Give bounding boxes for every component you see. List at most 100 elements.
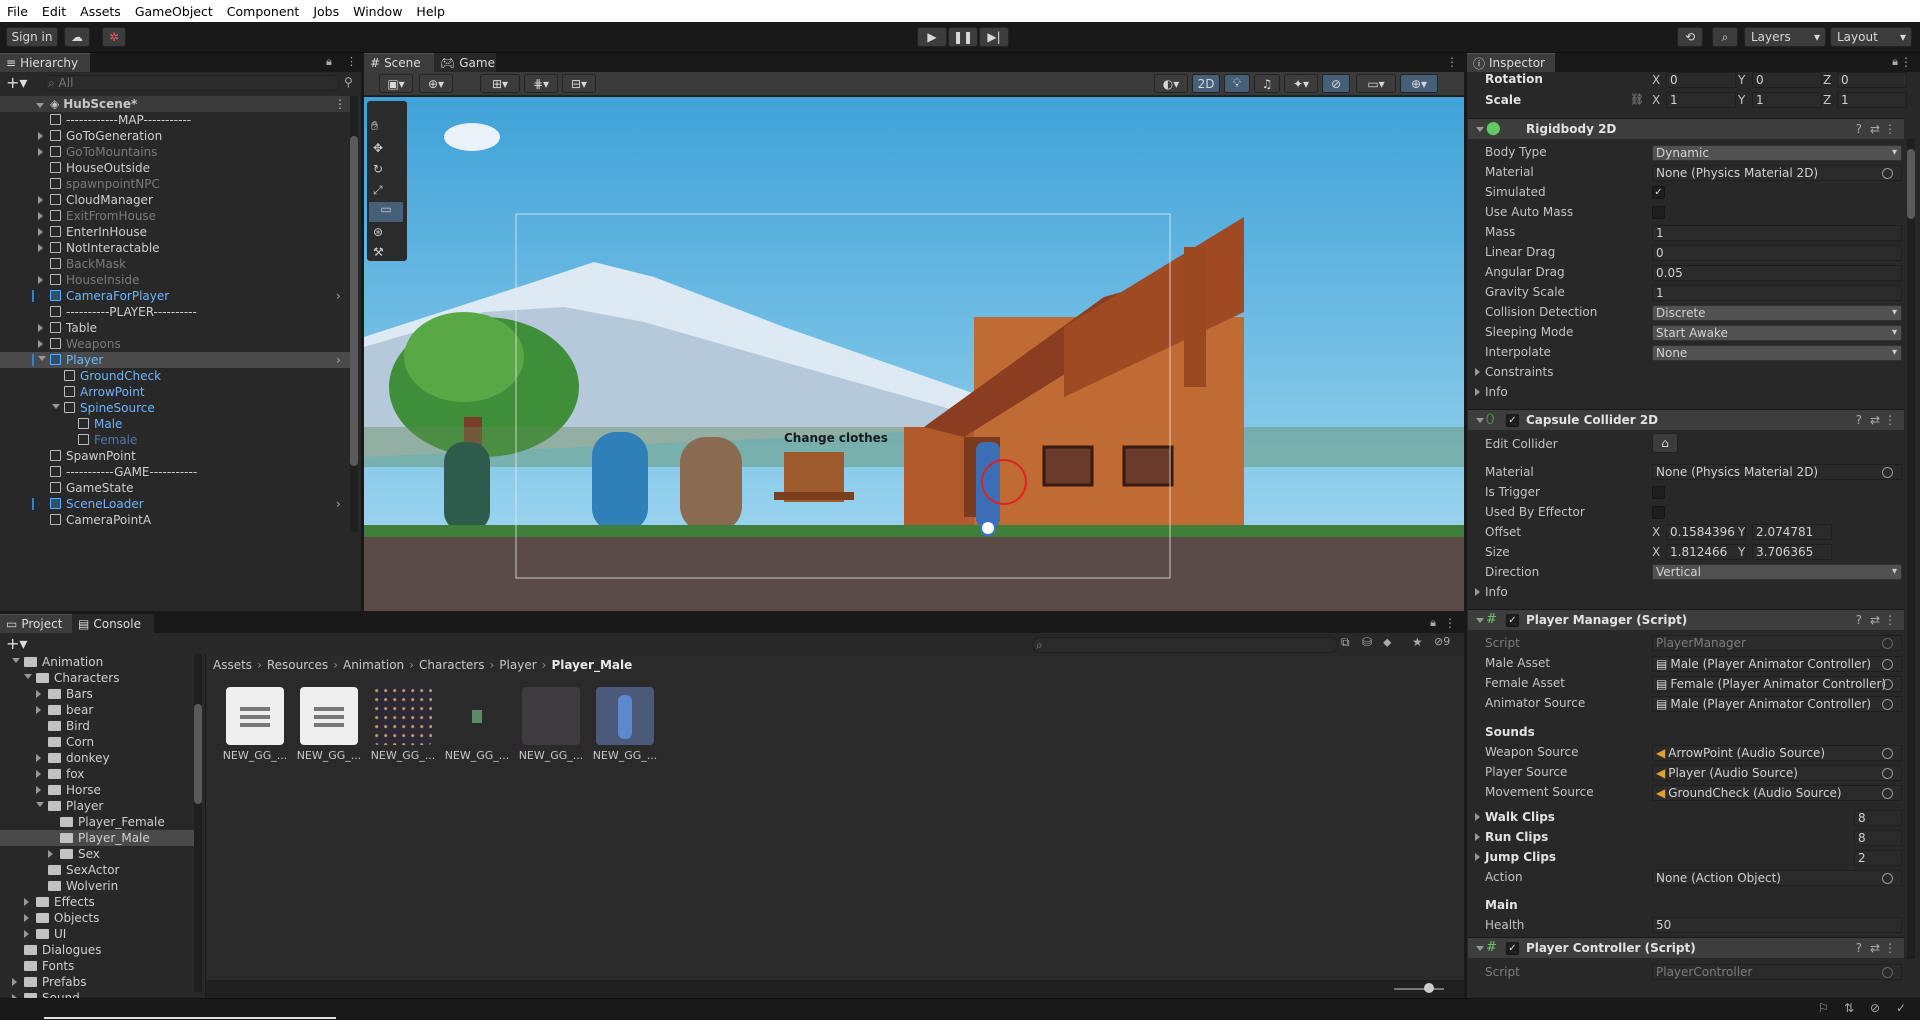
- hierarchy-row[interactable]: ----------PLAYER----------: [0, 304, 350, 320]
- clips-count[interactable]: 8: [1854, 830, 1902, 846]
- layout-dropdown[interactable]: Layout ▾: [1830, 27, 1912, 47]
- breadcrumb-item[interactable]: Animation: [343, 658, 404, 672]
- lock-icon[interactable]: 🔒︎: [326, 55, 332, 69]
- expand-arrow[interactable]: [38, 356, 46, 361]
- step-button[interactable]: ▶|: [979, 27, 1009, 47]
- rigidbody-checkbox[interactable]: [1652, 206, 1665, 219]
- project-folder-row[interactable]: Sound: [0, 990, 194, 998]
- breadcrumb-item[interactable]: Player: [499, 658, 536, 672]
- hierarchy-row[interactable]: -----------GAME-----------: [0, 464, 350, 480]
- expand-arrow[interactable]: [36, 786, 41, 794]
- expand-arrow[interactable]: [1475, 368, 1480, 376]
- more-icon[interactable]: ⋮: [1444, 616, 1456, 630]
- scale-tool-icon[interactable]: ⤢: [373, 183, 383, 198]
- hierarchy-row[interactable]: Male: [0, 416, 350, 432]
- asset-thumbnail[interactable]: [596, 687, 654, 745]
- expand-arrow[interactable]: [38, 196, 43, 204]
- project-folder-row[interactable]: Bird: [0, 718, 194, 734]
- project-folder-row[interactable]: Fonts: [0, 958, 194, 974]
- rigidbody-header[interactable]: ⬤ Rigidbody 2D? ⇄ ⋮: [1468, 118, 1904, 139]
- menu-jobs[interactable]: Jobs: [306, 4, 346, 19]
- search-options-icon[interactable]: ⚲: [344, 75, 353, 89]
- cache-icon[interactable]: ⊘: [1870, 1001, 1880, 1015]
- clips-count[interactable]: 2: [1854, 850, 1902, 866]
- player-controller-header[interactable]: # ✓ Player Controller (Script)? ⇄ ⋮: [1468, 937, 1904, 958]
- action-field[interactable]: None (Action Object): [1652, 870, 1902, 886]
- menu-window[interactable]: Window: [346, 4, 409, 19]
- asset-thumbnail[interactable]: [374, 687, 432, 745]
- collab-status-icon[interactable]: ⇅: [1844, 1001, 1854, 1015]
- project-folder-row[interactable]: Player_Female: [0, 814, 194, 830]
- size-x[interactable]: 1.812466: [1666, 544, 1746, 560]
- hierarchy-tab[interactable]: ≡ Hierarchy: [0, 53, 90, 72]
- scene-viewport[interactable]: Change clothes ✋︎ ✥ ↻ ⤢ ▭ ⊛ ⚒: [364, 97, 1464, 611]
- menu-gameobject[interactable]: GameObject: [128, 4, 220, 19]
- expand-arrow[interactable]: [36, 770, 41, 778]
- expand-arrow[interactable]: [24, 930, 29, 938]
- visibility-toggle[interactable]: ⊘: [1322, 74, 1350, 93]
- pause-button[interactable]: ❚❚: [948, 27, 978, 47]
- expand-arrow[interactable]: [38, 244, 43, 252]
- hierarchy-row[interactable]: SceneLoader ›: [0, 496, 350, 512]
- search-by-type-icon[interactable]: ⧉: [1341, 635, 1350, 650]
- expand-arrow[interactable]: [1475, 833, 1480, 841]
- capsule-collider-header[interactable]: ⬯ ✓ Capsule Collider 2D? ⇄ ⋮: [1468, 409, 1904, 430]
- project-folder-row[interactable]: Wolverin: [0, 878, 194, 894]
- project-folder-row[interactable]: Horse: [0, 782, 194, 798]
- object-picker-icon[interactable]: [1882, 467, 1893, 478]
- lock-icon[interactable]: 🔒︎: [1430, 616, 1436, 630]
- animator-controller-field[interactable]: ▤ Male (Player Animator Controller): [1652, 696, 1902, 712]
- sign-in-button[interactable]: Sign in: [6, 27, 58, 47]
- hierarchy-row[interactable]: GameState: [0, 480, 350, 496]
- project-tab[interactable]: ▭ Project: [0, 614, 72, 633]
- audio-source-field[interactable]: ◀ Player (Audio Source): [1652, 765, 1902, 781]
- hierarchy-row[interactable]: NotInteractable: [0, 240, 350, 256]
- rigidbody-field[interactable]: 1: [1652, 225, 1902, 241]
- material-field[interactable]: None (Physics Material 2D): [1652, 464, 1902, 480]
- hierarchy-row[interactable]: GroundCheck: [0, 368, 350, 384]
- expand-arrow[interactable]: [1476, 127, 1484, 132]
- object-picker-icon[interactable]: [1882, 768, 1893, 779]
- scale-x[interactable]: 1: [1666, 92, 1736, 108]
- audio-toggle[interactable]: ♫: [1254, 74, 1280, 93]
- camera-dropdown[interactable]: ▭▾: [1356, 74, 1396, 93]
- breadcrumb-item[interactable]: Player_Male: [551, 658, 632, 672]
- snap-increment-button[interactable]: ⋕▾: [524, 74, 558, 93]
- hierarchy-row[interactable]: CameraForPlayer ›: [0, 288, 350, 304]
- hierarchy-row[interactable]: BackMask: [0, 256, 350, 272]
- help-icon[interactable]: ?: [1856, 613, 1862, 627]
- expand-arrow[interactable]: [52, 404, 60, 409]
- object-picker-icon[interactable]: [1882, 699, 1893, 710]
- rigidbody-field[interactable]: Start Awake: [1652, 325, 1902, 341]
- inspector-scrollbar[interactable]: [1907, 139, 1915, 959]
- lock-icon[interactable]: 🔒︎: [1892, 55, 1898, 69]
- hand-tool-icon[interactable]: ✋︎: [371, 119, 378, 134]
- inspector-tab[interactable]: ⓘ Inspector: [1467, 53, 1555, 72]
- custom-tool-icon[interactable]: ⚒: [373, 245, 384, 259]
- rotation-z[interactable]: 0: [1837, 72, 1907, 88]
- asset-thumbnail[interactable]: [300, 687, 358, 745]
- grid-snap-button[interactable]: ⊞▾: [480, 74, 520, 93]
- collab-button[interactable]: ✲: [102, 27, 126, 47]
- mode-2d-toggle[interactable]: 2D: [1192, 74, 1220, 93]
- scale-z[interactable]: 1: [1837, 92, 1907, 108]
- rotation-y[interactable]: 0: [1752, 72, 1822, 88]
- expand-arrow[interactable]: [24, 674, 32, 679]
- expand-arrow[interactable]: [36, 754, 41, 762]
- preset-icon[interactable]: ⇄: [1870, 413, 1880, 427]
- scene-tab[interactable]: # Scene: [364, 53, 434, 72]
- object-picker-icon[interactable]: [1882, 679, 1893, 690]
- help-icon[interactable]: ?: [1856, 941, 1862, 955]
- player-manager-header[interactable]: # ✓ Player Manager (Script)? ⇄ ⋮: [1468, 609, 1904, 630]
- add-object-button[interactable]: +▾: [6, 73, 27, 92]
- menu-help[interactable]: Help: [409, 4, 452, 19]
- expand-arrow[interactable]: [1475, 388, 1480, 396]
- asset-thumbnail[interactable]: [522, 687, 580, 745]
- project-folder-row[interactable]: SexActor: [0, 862, 194, 878]
- direction-dropdown[interactable]: Vertical: [1652, 564, 1902, 580]
- expand-arrow[interactable]: [1475, 813, 1480, 821]
- incremental-snap-button[interactable]: ⊟▾: [562, 74, 596, 93]
- rotate-tool-icon[interactable]: ↻: [373, 162, 383, 176]
- rigidbody-field[interactable]: Discrete: [1652, 305, 1902, 321]
- scrollbar-thumb[interactable]: [194, 704, 202, 804]
